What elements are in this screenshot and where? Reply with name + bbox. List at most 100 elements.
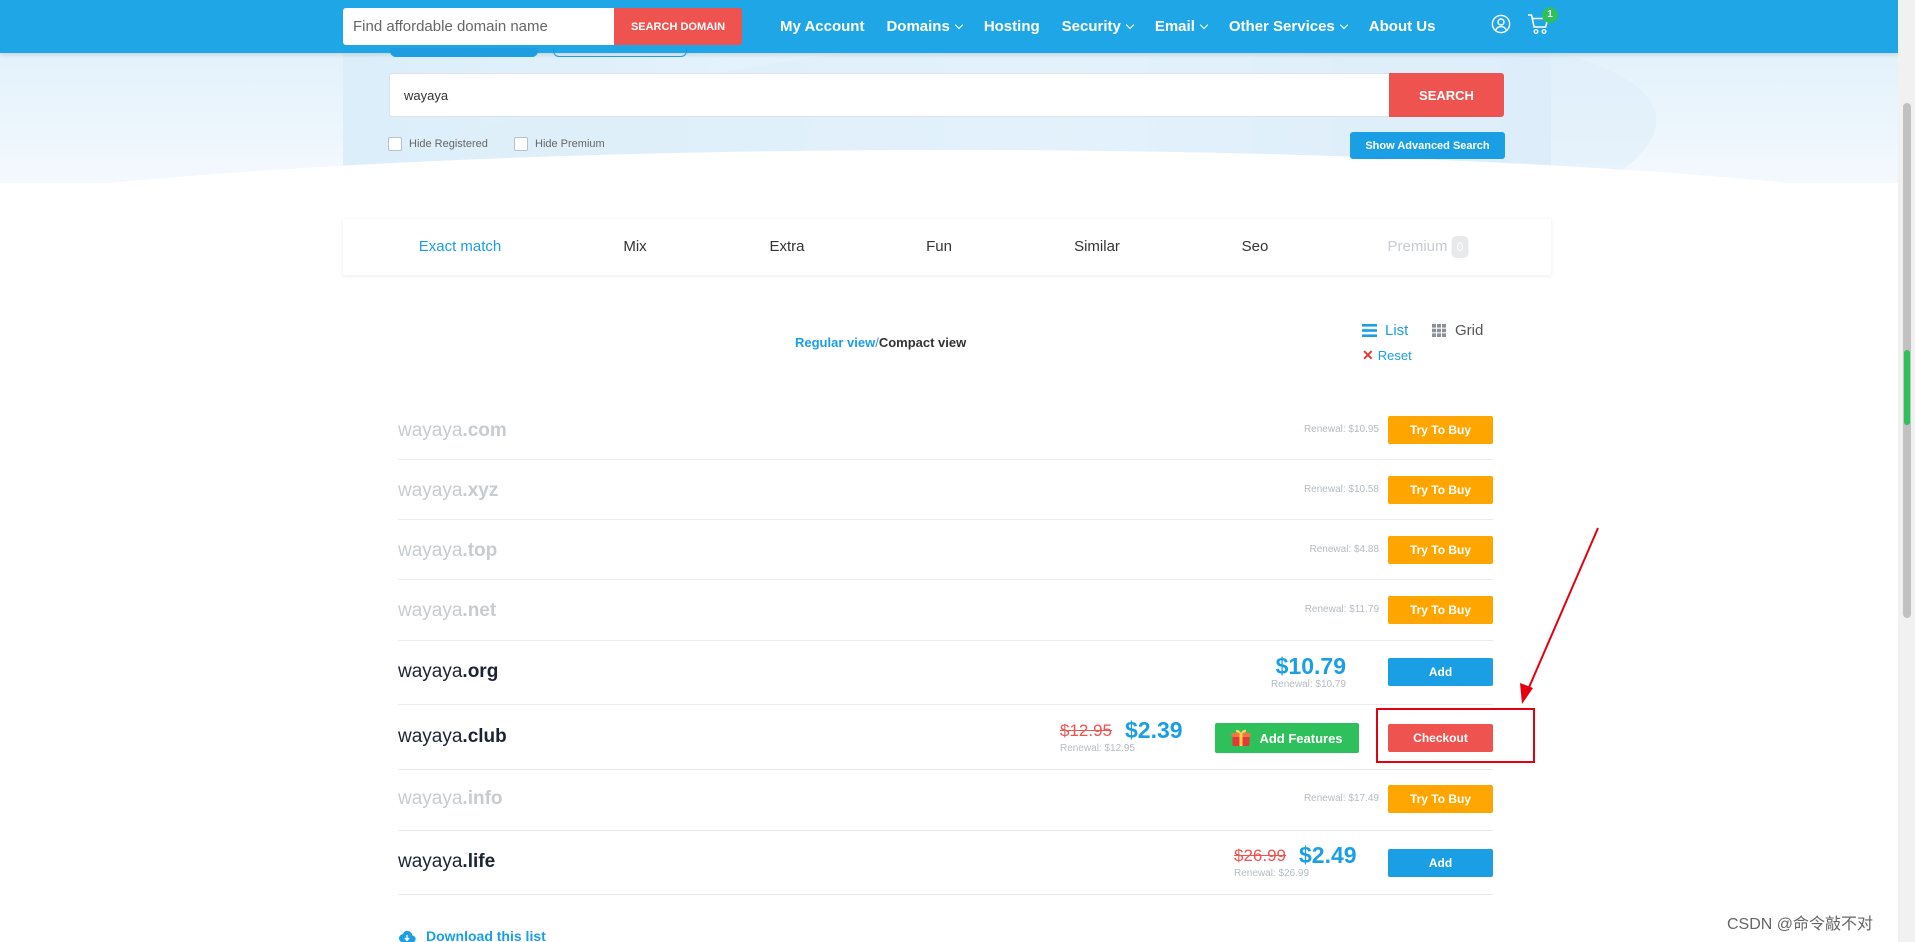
menu-domains[interactable]: Domains bbox=[886, 18, 964, 35]
domain-row: wayaya.com Renewal: $10.95 Try To Buy bbox=[398, 408, 1493, 460]
tab-fun[interactable]: Fun bbox=[926, 219, 952, 275]
domain-name: wayaya.com bbox=[398, 420, 507, 441]
try-to-buy-button[interactable]: Try To Buy bbox=[1388, 476, 1493, 504]
original-price: $26.99 bbox=[1234, 846, 1286, 865]
tab-seo[interactable]: Seo bbox=[1242, 219, 1269, 275]
try-to-buy-button[interactable]: Try To Buy bbox=[1388, 416, 1493, 444]
add-features-label: Add Features bbox=[1259, 730, 1343, 746]
tab-extra[interactable]: Extra bbox=[769, 219, 804, 275]
domain-price: $10.79 bbox=[1275, 653, 1346, 679]
menu-label: My Account bbox=[780, 18, 865, 35]
hide-premium-checkbox[interactable] bbox=[514, 137, 528, 151]
search-type-tab[interactable] bbox=[390, 48, 538, 57]
cart-count-badge: 1 bbox=[1542, 7, 1558, 23]
domain-row: wayaya.top Renewal: $4.88 Try To Buy bbox=[398, 520, 1493, 580]
result-tabs: Exact match Mix Extra Fun Similar Seo Pr… bbox=[343, 219, 1551, 275]
chevron-down-icon bbox=[1339, 20, 1349, 29]
menu-label: Security bbox=[1061, 18, 1121, 35]
reset-button[interactable]: ✕ Reset bbox=[1362, 347, 1412, 364]
renewal-price: Renewal: $11.79 bbox=[1304, 604, 1379, 615]
annotation-highlight-box bbox=[1376, 708, 1535, 763]
menu-label: Other Services bbox=[1228, 18, 1335, 35]
original-price: $12.95 bbox=[1060, 721, 1112, 740]
main-menu: My Account Domains Hosting Security Emai… bbox=[780, 0, 1457, 53]
try-to-buy-button[interactable]: Try To Buy bbox=[1388, 596, 1493, 624]
domain-row: wayaya.xyz Renewal: $10.58 Try To Buy bbox=[398, 460, 1493, 520]
renewal-price: Renewal: $4.88 bbox=[1309, 544, 1380, 555]
chevron-down-icon bbox=[954, 20, 964, 29]
grid-label: Grid bbox=[1455, 322, 1484, 339]
renewal-price: Renewal: $10.79 bbox=[1270, 679, 1346, 690]
try-to-buy-button[interactable]: Try To Buy bbox=[1388, 785, 1493, 813]
list-label: List bbox=[1385, 322, 1409, 339]
cloud-download-icon bbox=[399, 930, 416, 942]
domain-name: wayaya.org bbox=[398, 661, 499, 682]
menu-other-services[interactable]: Other Services bbox=[1228, 18, 1349, 35]
add-features-button[interactable]: Add Features bbox=[1215, 723, 1359, 753]
menu-label: About Us bbox=[1368, 18, 1436, 35]
search-button[interactable]: SEARCH bbox=[1389, 73, 1504, 117]
domain-name: wayaya.net bbox=[398, 600, 497, 621]
hide-registered-checkbox[interactable] bbox=[388, 137, 402, 151]
add-to-cart-button[interactable]: Add bbox=[1388, 849, 1493, 877]
tab-exact-match[interactable]: Exact match bbox=[419, 219, 502, 275]
domain-name: wayaya.life bbox=[398, 851, 496, 872]
hide-premium-option[interactable]: Hide Premium bbox=[514, 137, 605, 151]
domain-row: wayaya.life $26.99 $2.49 Renewal: $26.99… bbox=[398, 831, 1493, 895]
watermark: CSDN @命令敲不对 bbox=[1727, 916, 1874, 933]
renewal-price: Renewal: $17.49 bbox=[1303, 793, 1379, 804]
renewal-price: Renewal: $12.95 bbox=[1060, 743, 1136, 754]
tab-mix[interactable]: Mix bbox=[623, 219, 646, 275]
tab-premium[interactable]: Premium 0 bbox=[1387, 219, 1469, 275]
nav-search-input[interactable] bbox=[343, 8, 614, 45]
annotation-arrow bbox=[1520, 527, 1599, 704]
chevron-down-icon bbox=[1199, 20, 1209, 29]
list-icon bbox=[1362, 324, 1377, 337]
try-to-buy-button[interactable]: Try To Buy bbox=[1388, 536, 1493, 564]
compact-view-link[interactable]: Compact view bbox=[879, 335, 966, 350]
grid-icon bbox=[1432, 324, 1446, 337]
renewal-price: Renewal: $10.95 bbox=[1303, 424, 1379, 435]
menu-my-account[interactable]: My Account bbox=[780, 18, 864, 35]
domain-name: wayaya.xyz bbox=[398, 480, 499, 501]
premium-count-badge: 0 bbox=[1451, 236, 1469, 259]
domain-row: wayaya.info Renewal: $17.49 Try To Buy bbox=[398, 770, 1493, 831]
download-list-link[interactable]: Download this list bbox=[398, 928, 546, 942]
renewal-price: Renewal: $10.58 bbox=[1303, 484, 1379, 495]
domain-row: wayaya.org $10.79 Renewal: $10.79 Add bbox=[398, 641, 1493, 705]
renewal-price: Renewal: $26.99 bbox=[1234, 868, 1310, 879]
regular-view-link[interactable]: Regular view bbox=[795, 335, 875, 350]
menu-email[interactable]: Email bbox=[1154, 18, 1209, 35]
search-domain-button[interactable]: SEARCH DOMAIN bbox=[614, 8, 742, 45]
add-to-cart-button[interactable]: Add bbox=[1388, 658, 1493, 686]
tab-similar[interactable]: Similar bbox=[1074, 219, 1120, 275]
hide-registered-option[interactable]: Hide Registered bbox=[388, 137, 488, 151]
domain-row: wayaya.net Renewal: $11.79 Try To Buy bbox=[398, 580, 1493, 641]
domain-search-input[interactable] bbox=[389, 73, 1389, 117]
domain-name: wayaya.info bbox=[398, 788, 503, 809]
domain-price: $2.49 bbox=[1299, 842, 1357, 868]
hide-registered-label: Hide Registered bbox=[409, 138, 488, 150]
reset-label: Reset bbox=[1377, 348, 1412, 363]
list-layout-button[interactable]: List bbox=[1362, 322, 1408, 339]
menu-hosting[interactable]: Hosting bbox=[984, 18, 1040, 35]
show-advanced-search-button[interactable]: Show Advanced Search bbox=[1350, 132, 1505, 159]
domain-name: wayaya.club bbox=[398, 726, 507, 747]
domain-row: wayaya.club $12.95 $2.39 Renewal: $12.95… bbox=[398, 705, 1493, 770]
menu-label: Email bbox=[1154, 18, 1195, 35]
chevron-down-icon bbox=[1125, 20, 1135, 29]
domain-name: wayaya.top bbox=[398, 540, 498, 561]
menu-label: Domains bbox=[886, 18, 950, 35]
menu-label: Hosting bbox=[983, 18, 1040, 35]
menu-security[interactable]: Security bbox=[1061, 18, 1135, 35]
grid-layout-button[interactable]: Grid bbox=[1432, 322, 1483, 339]
menu-about-us[interactable]: About Us bbox=[1369, 18, 1436, 35]
gift-icon bbox=[1231, 729, 1251, 746]
search-type-tab[interactable] bbox=[553, 48, 687, 57]
download-label: Download this list bbox=[426, 928, 546, 942]
tab-premium-label: Premium bbox=[1387, 238, 1448, 255]
hide-premium-label: Hide Premium bbox=[535, 138, 605, 150]
user-icon[interactable] bbox=[1491, 14, 1511, 34]
scroll-indicator bbox=[1904, 350, 1910, 425]
view-mode-switch: Regular view/Compact view bbox=[795, 335, 966, 350]
